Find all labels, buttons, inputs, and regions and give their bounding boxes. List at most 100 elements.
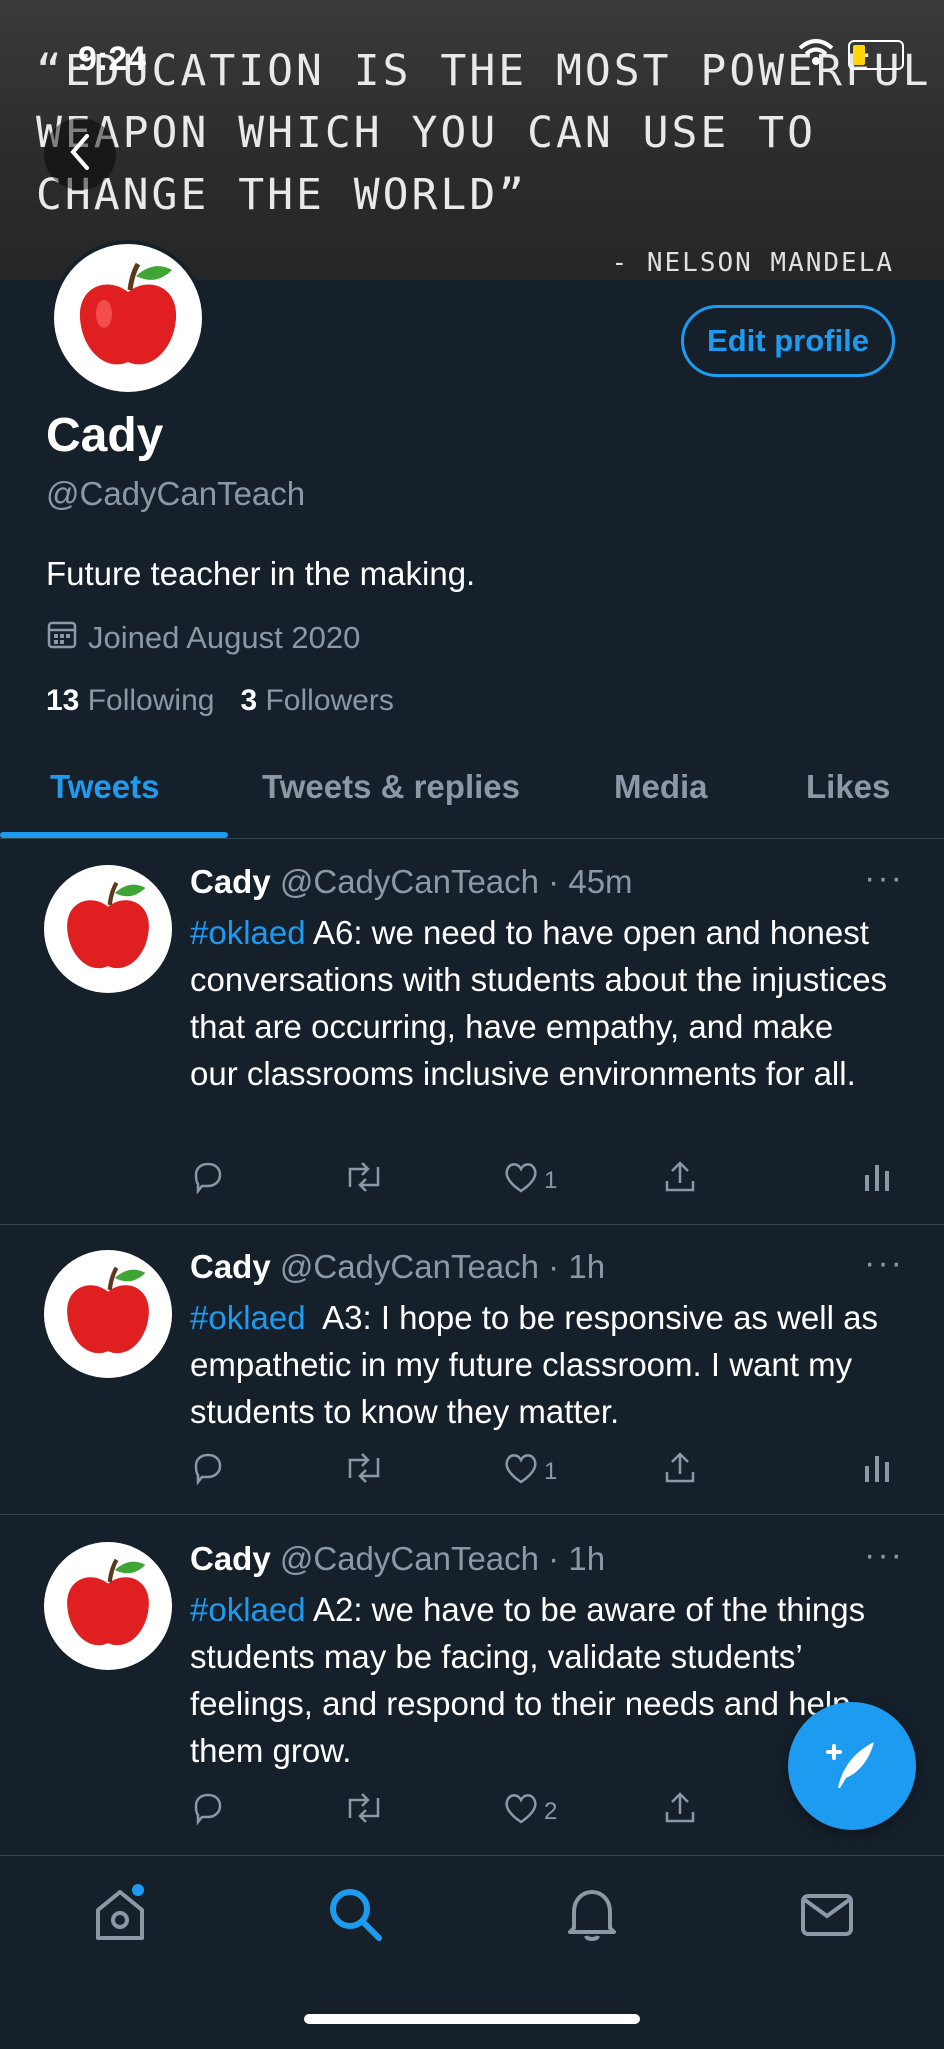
tweet-header: Cady @CadyCanTeach · 1h <box>190 1248 605 1286</box>
followers-link[interactable]: 3 Followers <box>240 684 393 718</box>
tweet-meta: @CadyCanTeach · 1h <box>279 1248 606 1285</box>
like-count: 2 <box>544 1797 558 1825</box>
analytics-icon <box>862 1159 892 1202</box>
analytics-icon <box>862 1450 892 1493</box>
like-count: 1 <box>544 1457 558 1485</box>
like-button[interactable]: 1 <box>502 1159 557 1202</box>
banner-quote-author: - NELSON MANDELA <box>611 248 894 278</box>
apple-icon <box>72 256 184 381</box>
retweet-button[interactable] <box>342 1159 386 1202</box>
tweet-author-name: Cady <box>190 1248 271 1285</box>
profile-bio: Future teacher in the making. <box>46 555 476 592</box>
tweet[interactable]: Cady @CadyCanTeach · 1h ··· #oklaed A3: … <box>0 1224 944 1515</box>
like-icon <box>502 1450 540 1493</box>
battery-icon <box>848 39 904 70</box>
following-label: Following <box>87 684 215 717</box>
status-icons <box>798 38 904 71</box>
joined-text: Joined August 2020 <box>88 620 361 655</box>
nav-home[interactable] <box>90 1883 150 1949</box>
tweet-more-button[interactable]: ··· <box>864 859 904 898</box>
tab-tweets[interactable]: Tweets <box>50 768 159 806</box>
profile-name: Cady <box>46 409 164 462</box>
follow-stats: 13 Following 3 Followers <box>46 684 394 718</box>
hashtag-link[interactable]: #oklaed <box>190 1299 306 1336</box>
apple-icon <box>60 1553 156 1660</box>
tab-tweets-replies[interactable]: Tweets & replies <box>262 768 520 806</box>
tweet-actions: 1 <box>190 1159 900 1203</box>
profile-avatar[interactable] <box>50 240 206 396</box>
tweet-more-button[interactable]: ··· <box>864 1244 904 1283</box>
share-icon <box>662 1159 698 1202</box>
share-button[interactable] <box>662 1159 698 1202</box>
compose-icon <box>820 1732 884 1801</box>
tweet-header: Cady @CadyCanTeach · 1h <box>190 1540 605 1578</box>
active-tab-indicator <box>0 832 228 838</box>
followers-count: 3 <box>240 684 258 717</box>
tweet[interactable]: Cady @CadyCanTeach · 45m ··· #oklaed A6:… <box>0 839 944 1225</box>
tweet-author-name: Cady <box>190 1540 271 1577</box>
tweet-more-button[interactable]: ··· <box>864 1536 904 1575</box>
nav-search[interactable] <box>325 1886 385 1946</box>
tweet-actions: 2 <box>190 1790 900 1834</box>
nav-notifications[interactable] <box>562 1886 622 1946</box>
tweet-meta: @CadyCanTeach · 45m <box>279 863 633 900</box>
wifi-icon <box>798 38 834 71</box>
retweet-icon <box>342 1159 386 1202</box>
reply-button[interactable] <box>190 1159 226 1202</box>
like-button[interactable]: 2 <box>502 1790 557 1833</box>
nav-messages[interactable] <box>797 1886 857 1946</box>
compose-tweet-button[interactable] <box>788 1702 916 1830</box>
tweet-avatar[interactable] <box>44 1542 172 1670</box>
tweet-actions: 1 <box>190 1450 900 1494</box>
reply-icon <box>190 1159 226 1202</box>
retweet-button[interactable] <box>342 1790 386 1833</box>
analytics-button[interactable] <box>862 1450 892 1493</box>
like-count: 1 <box>544 1166 558 1194</box>
tweet-text: #oklaed A6: we need to have open and hon… <box>190 909 890 1097</box>
analytics-button[interactable] <box>862 1159 892 1202</box>
tab-media[interactable]: Media <box>614 768 708 806</box>
reply-icon <box>190 1790 226 1833</box>
hashtag-link[interactable]: #oklaed <box>190 914 306 951</box>
reply-icon <box>190 1450 226 1493</box>
tweet-avatar[interactable] <box>44 865 172 993</box>
profile-tabs: Tweets Tweets & replies Media Likes <box>0 740 944 839</box>
following-count: 13 <box>46 684 80 717</box>
banner-quote-line: WEAPON WHICH YOU CAN USE TO <box>36 108 816 158</box>
home-icon <box>90 1883 150 1949</box>
back-icon <box>65 132 95 177</box>
tab-likes[interactable]: Likes <box>806 768 890 806</box>
notifications-icon <box>562 1884 622 1949</box>
calendar-icon <box>46 618 78 658</box>
apple-icon <box>60 1261 156 1368</box>
joined-date: Joined August 2020 <box>46 618 360 658</box>
apple-icon <box>60 876 156 983</box>
home-indicator <box>304 2014 640 2024</box>
retweet-button[interactable] <box>342 1450 386 1493</box>
status-time: 9:24 <box>78 40 147 78</box>
tweet-text: #oklaed A2: we have to be aware of the t… <box>190 1586 890 1774</box>
banner-quote-line: CHANGE THE WORLD” <box>36 170 528 220</box>
followers-label: Followers <box>265 684 394 717</box>
hashtag-link[interactable]: #oklaed <box>190 1591 306 1628</box>
following-link[interactable]: 13 Following <box>46 684 214 718</box>
share-button[interactable] <box>662 1790 698 1833</box>
retweet-icon <box>342 1790 386 1833</box>
like-icon <box>502 1790 540 1833</box>
search-icon <box>325 1884 385 1949</box>
share-icon <box>662 1790 698 1833</box>
share-icon <box>662 1450 698 1493</box>
like-button[interactable]: 1 <box>502 1450 557 1493</box>
tweet-header: Cady @CadyCanTeach · 45m <box>190 863 633 901</box>
edit-profile-button[interactable]: Edit profile <box>681 305 895 377</box>
tweet-text: #oklaed A3: I hope to be responsive as w… <box>190 1294 890 1435</box>
back-button[interactable] <box>44 118 116 190</box>
share-button[interactable] <box>662 1450 698 1493</box>
retweet-icon <box>342 1450 386 1493</box>
reply-button[interactable] <box>190 1790 226 1833</box>
profile-handle: @CadyCanTeach <box>46 475 306 512</box>
reply-button[interactable] <box>190 1450 226 1493</box>
tweet-meta: @CadyCanTeach · 1h <box>279 1540 606 1577</box>
tweet-author-name: Cady <box>190 863 271 900</box>
tweet-avatar[interactable] <box>44 1250 172 1378</box>
